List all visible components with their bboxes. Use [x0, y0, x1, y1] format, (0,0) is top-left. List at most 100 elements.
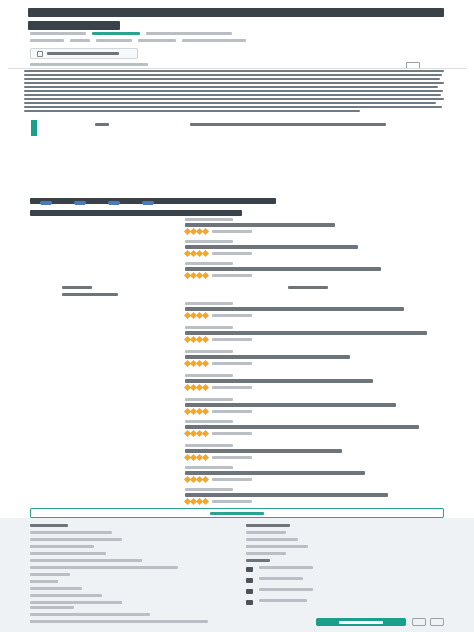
footer-link[interactable]	[30, 538, 122, 541]
star-rating	[183, 271, 210, 280]
star-icon	[201, 311, 210, 320]
footer-link[interactable]	[246, 552, 286, 555]
social-icon	[246, 589, 253, 594]
suggestion-item[interactable]	[183, 488, 435, 506]
prev-page-button[interactable]	[412, 618, 426, 626]
star-rating	[183, 311, 210, 320]
star-rating	[183, 429, 210, 438]
star-icon	[201, 453, 210, 462]
suggestion-title	[185, 449, 342, 453]
preview-text-line	[24, 82, 444, 84]
star-rating	[183, 453, 210, 462]
star-rating	[183, 359, 210, 368]
suggestion-item[interactable]	[183, 374, 435, 392]
divider	[8, 68, 466, 69]
footer-support-column	[246, 524, 313, 610]
document-preview	[24, 70, 448, 116]
star-rating	[183, 475, 210, 484]
preview-text-line	[24, 110, 360, 112]
suggestion-item[interactable]	[183, 398, 435, 416]
preview-text-line	[24, 102, 436, 104]
suggestion-item[interactable]	[183, 444, 435, 462]
star-icon	[201, 359, 210, 368]
suggestion-item[interactable]	[183, 240, 435, 258]
suggestion-item[interactable]	[183, 466, 435, 484]
suggestion-title	[185, 267, 381, 271]
footer-link[interactable]	[30, 545, 94, 548]
tab-1[interactable]	[62, 286, 92, 289]
share-icon-4[interactable]	[142, 201, 154, 205]
footer-about-column	[30, 524, 178, 608]
preview-text-line	[24, 98, 444, 100]
suggestion-item[interactable]	[183, 262, 435, 280]
social-icon	[246, 567, 253, 572]
suggestion-item[interactable]	[183, 302, 435, 320]
tab-2[interactable]	[62, 293, 118, 296]
suggestion-title	[185, 307, 404, 311]
show-more-button[interactable]	[30, 508, 444, 518]
footer-social-link[interactable]	[246, 599, 313, 606]
tab-3[interactable]	[288, 286, 328, 289]
download-to-read-link[interactable]	[190, 123, 386, 126]
document-information-link[interactable]	[30, 63, 150, 66]
download-now-button[interactable]	[30, 48, 138, 59]
suggestion-title	[185, 379, 373, 383]
footer-link[interactable]	[30, 613, 150, 616]
suggestion-title	[185, 355, 350, 359]
preview-text-line	[24, 74, 442, 76]
preview-text-line	[24, 70, 444, 72]
star-icon	[201, 429, 210, 438]
document-title-line-2	[28, 21, 120, 30]
accent-marker	[31, 120, 37, 136]
footer-link[interactable]	[30, 573, 70, 576]
preview-text-line	[24, 94, 441, 96]
preview-text-line	[24, 86, 438, 88]
footer-social-link[interactable]	[246, 566, 313, 573]
next-page-button[interactable]	[430, 618, 444, 626]
suggestion-title	[185, 493, 388, 497]
social-icon	[246, 578, 253, 583]
footer-link[interactable]	[30, 601, 122, 604]
suggestion-title	[185, 223, 335, 227]
download-button[interactable]	[316, 618, 406, 626]
footer-link[interactable]	[30, 559, 142, 562]
document-meta	[30, 32, 370, 46]
document-header	[28, 8, 446, 30]
share-icon-1[interactable]	[40, 201, 52, 205]
star-icon	[201, 475, 210, 484]
footer-link[interactable]	[30, 531, 112, 534]
share-icon-3[interactable]	[108, 201, 120, 205]
suggestion-title	[185, 245, 358, 249]
suggestion-item[interactable]	[183, 218, 435, 236]
star-rating	[183, 497, 210, 506]
footer-link[interactable]	[30, 620, 208, 623]
star-rating	[183, 383, 210, 392]
footer-link[interactable]	[30, 552, 106, 555]
footer-link[interactable]	[30, 580, 58, 583]
suggestion-title	[185, 403, 396, 407]
suggestion-title	[185, 425, 419, 429]
footer-link[interactable]	[30, 566, 178, 569]
footer-link[interactable]	[30, 594, 102, 597]
uploader-link[interactable]	[92, 32, 140, 35]
footer-link[interactable]	[246, 538, 298, 541]
suggestion-item[interactable]	[183, 326, 435, 344]
download-icon	[37, 50, 43, 57]
footer-link[interactable]	[246, 531, 286, 534]
footer-link[interactable]	[30, 587, 82, 590]
footer	[0, 518, 474, 632]
star-icon	[201, 497, 210, 506]
suggestion-item[interactable]	[183, 350, 435, 368]
footer-link[interactable]	[30, 606, 74, 609]
suggestion-title	[185, 471, 365, 475]
share-icon-2[interactable]	[74, 201, 86, 205]
footer-link[interactable]	[246, 545, 308, 548]
suggestion-item[interactable]	[183, 420, 435, 438]
star-icon	[201, 271, 210, 280]
star-icon	[201, 227, 210, 236]
suggestion-title	[185, 331, 427, 335]
social-icon	[246, 600, 253, 605]
footer-social-link[interactable]	[246, 577, 313, 584]
star-rating	[183, 407, 210, 416]
footer-social-link[interactable]	[246, 588, 313, 595]
